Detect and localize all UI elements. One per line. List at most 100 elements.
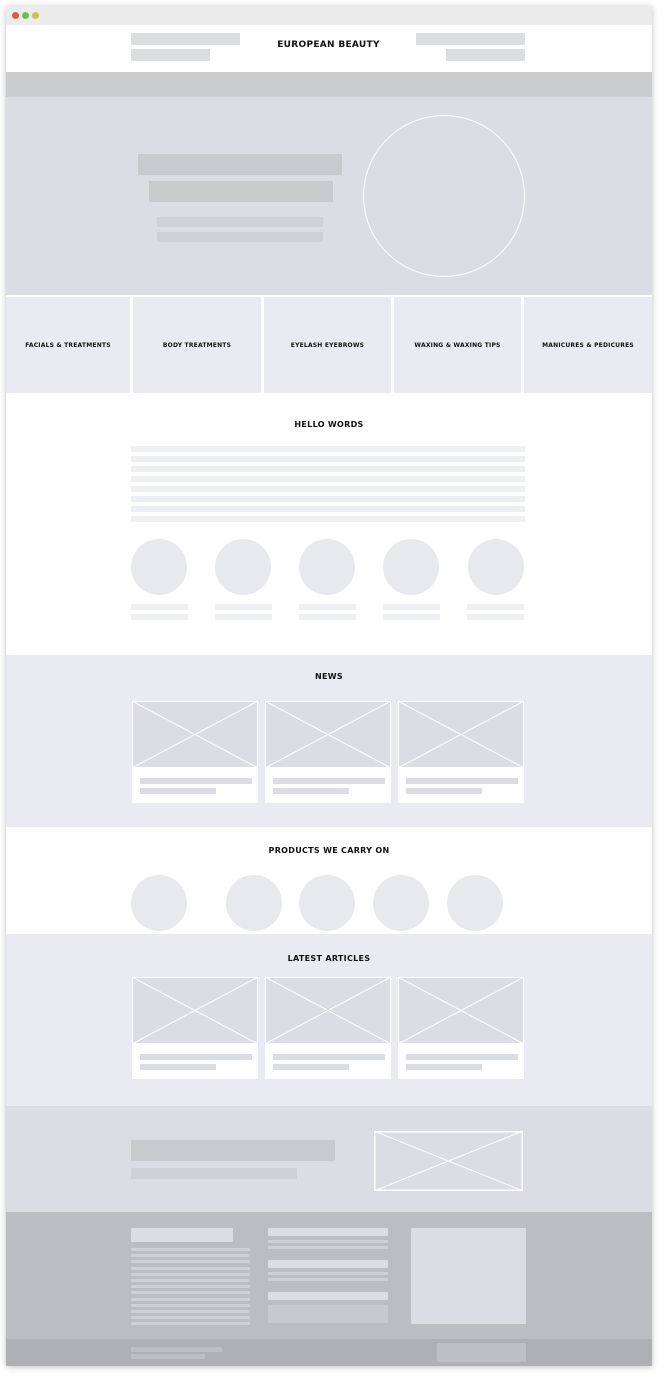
footer-link-placeholder[interactable]	[268, 1292, 388, 1300]
image-placeholder-icon	[398, 701, 524, 768]
card-text-placeholder	[273, 788, 349, 794]
category-label: WAXING & WAXING TIPS	[414, 341, 501, 349]
card-text-placeholder	[273, 1064, 349, 1070]
category-facials[interactable]: FACIALS & TREATMENTS	[6, 297, 130, 393]
footer-line-placeholder	[268, 1278, 388, 1281]
card-title-placeholder	[406, 778, 518, 784]
browser-window: EUROPEAN BEAUTY FACIALS & TREATMENTS BOD…	[6, 6, 652, 1366]
copyright-placeholder	[131, 1347, 222, 1352]
card[interactable]	[398, 977, 524, 1079]
text-line-placeholder	[131, 506, 525, 512]
nav-link-placeholder[interactable]	[416, 33, 525, 45]
footer-line-placeholder	[268, 1272, 388, 1275]
footer-heading-placeholder	[131, 1228, 233, 1242]
category-waxing[interactable]: WAXING & WAXING TIPS	[394, 297, 521, 393]
footer-line-placeholder	[131, 1303, 250, 1307]
footer-line-placeholder	[131, 1248, 250, 1251]
card-title-placeholder	[140, 778, 252, 784]
feature-circle	[131, 539, 187, 595]
image-placeholder-icon	[132, 701, 258, 768]
hero-subtext-placeholder	[157, 232, 323, 242]
cta-headline-placeholder	[131, 1140, 335, 1161]
maximize-window-icon[interactable]	[22, 12, 29, 19]
feature-circle	[299, 539, 355, 595]
products-section-title: PRODUCTS WE CARRY ON	[268, 846, 390, 855]
footer-line-placeholder	[131, 1279, 250, 1282]
bottom-bar	[6, 1339, 652, 1366]
text-line-placeholder	[131, 496, 525, 502]
category-label: EYELASH EYEBROWS	[290, 341, 365, 349]
footer-line-placeholder	[131, 1272, 250, 1276]
card[interactable]	[265, 701, 391, 803]
footer-line-placeholder	[131, 1310, 250, 1313]
card[interactable]	[132, 977, 258, 1079]
image-placeholder-icon	[265, 977, 391, 1044]
caption-line-placeholder	[467, 614, 524, 620]
text-line-placeholder	[131, 516, 525, 522]
footer-line-placeholder	[131, 1254, 250, 1258]
footer-line-placeholder	[131, 1260, 250, 1264]
category-body[interactable]: BODY TREATMENTS	[133, 297, 261, 393]
card-text-placeholder	[406, 1064, 482, 1070]
articles-section-title: LATEST ARTICLES	[287, 954, 371, 963]
caption-line-placeholder	[299, 614, 356, 620]
nav-link-placeholder[interactable]	[131, 33, 240, 45]
footer-line-placeholder	[131, 1322, 250, 1326]
minimize-window-icon[interactable]	[32, 12, 39, 19]
caption-line-placeholder	[467, 604, 524, 610]
card-title-placeholder	[273, 778, 385, 784]
caption-line-placeholder	[215, 614, 272, 620]
social-links-placeholder[interactable]	[437, 1343, 526, 1362]
caption-line-placeholder	[131, 604, 188, 610]
product-circle[interactable]	[373, 875, 429, 931]
feature-circle	[468, 539, 524, 595]
footer-line-placeholder	[268, 1246, 388, 1249]
feature-circle	[215, 539, 271, 595]
footer-line-placeholder	[131, 1266, 250, 1270]
image-placeholder-icon	[132, 977, 258, 1044]
caption-line-placeholder	[299, 604, 356, 610]
window-titlebar	[6, 6, 652, 25]
caption-line-placeholder	[215, 604, 272, 610]
product-circle[interactable]	[299, 875, 355, 931]
caption-line-placeholder	[383, 604, 440, 610]
card-title-placeholder	[140, 1054, 252, 1060]
text-line-placeholder	[131, 456, 525, 462]
footer-map-placeholder	[411, 1228, 526, 1324]
category-eyelash[interactable]: EYELASH EYEBROWS	[264, 297, 391, 393]
card-text-placeholder	[406, 788, 482, 794]
footer-link-placeholder[interactable]	[268, 1228, 388, 1236]
footer-input-placeholder[interactable]	[268, 1305, 388, 1323]
text-line-placeholder	[131, 466, 525, 472]
category-label: FACIALS & TREATMENTS	[25, 341, 111, 349]
feature-circle	[383, 539, 439, 595]
footer-line-placeholder	[131, 1285, 250, 1289]
footer-link-placeholder[interactable]	[268, 1260, 388, 1268]
caption-line-placeholder	[383, 614, 440, 620]
hero-headline-placeholder	[149, 181, 333, 202]
card-title-placeholder	[273, 1054, 385, 1060]
category-manicures[interactable]: MANICURES & PEDICURES	[524, 297, 652, 393]
nav-link-placeholder[interactable]	[446, 49, 525, 61]
caption-line-placeholder	[131, 614, 188, 620]
card-title-placeholder	[406, 1054, 518, 1060]
card[interactable]	[265, 977, 391, 1079]
category-label: MANICURES & PEDICURES	[542, 341, 634, 349]
close-window-icon[interactable]	[12, 12, 19, 19]
site-logo[interactable]: EUROPEAN BEAUTY	[246, 40, 411, 50]
text-line-placeholder	[131, 486, 525, 492]
nav-link-placeholder[interactable]	[131, 49, 210, 61]
cta-image-placeholder	[374, 1131, 523, 1191]
footer-line-placeholder	[131, 1291, 250, 1295]
nav-strip	[6, 72, 652, 97]
news-section-title: NEWS	[315, 672, 343, 681]
hello-section-title: HELLO WORDS	[294, 420, 364, 429]
product-circle[interactable]	[447, 875, 503, 931]
product-circle[interactable]	[226, 875, 282, 931]
product-circle[interactable]	[131, 875, 187, 931]
image-placeholder-icon	[265, 701, 391, 768]
card[interactable]	[132, 701, 258, 803]
text-line-placeholder	[131, 446, 525, 452]
card[interactable]	[398, 701, 524, 803]
cta-subtext-placeholder	[131, 1168, 297, 1179]
